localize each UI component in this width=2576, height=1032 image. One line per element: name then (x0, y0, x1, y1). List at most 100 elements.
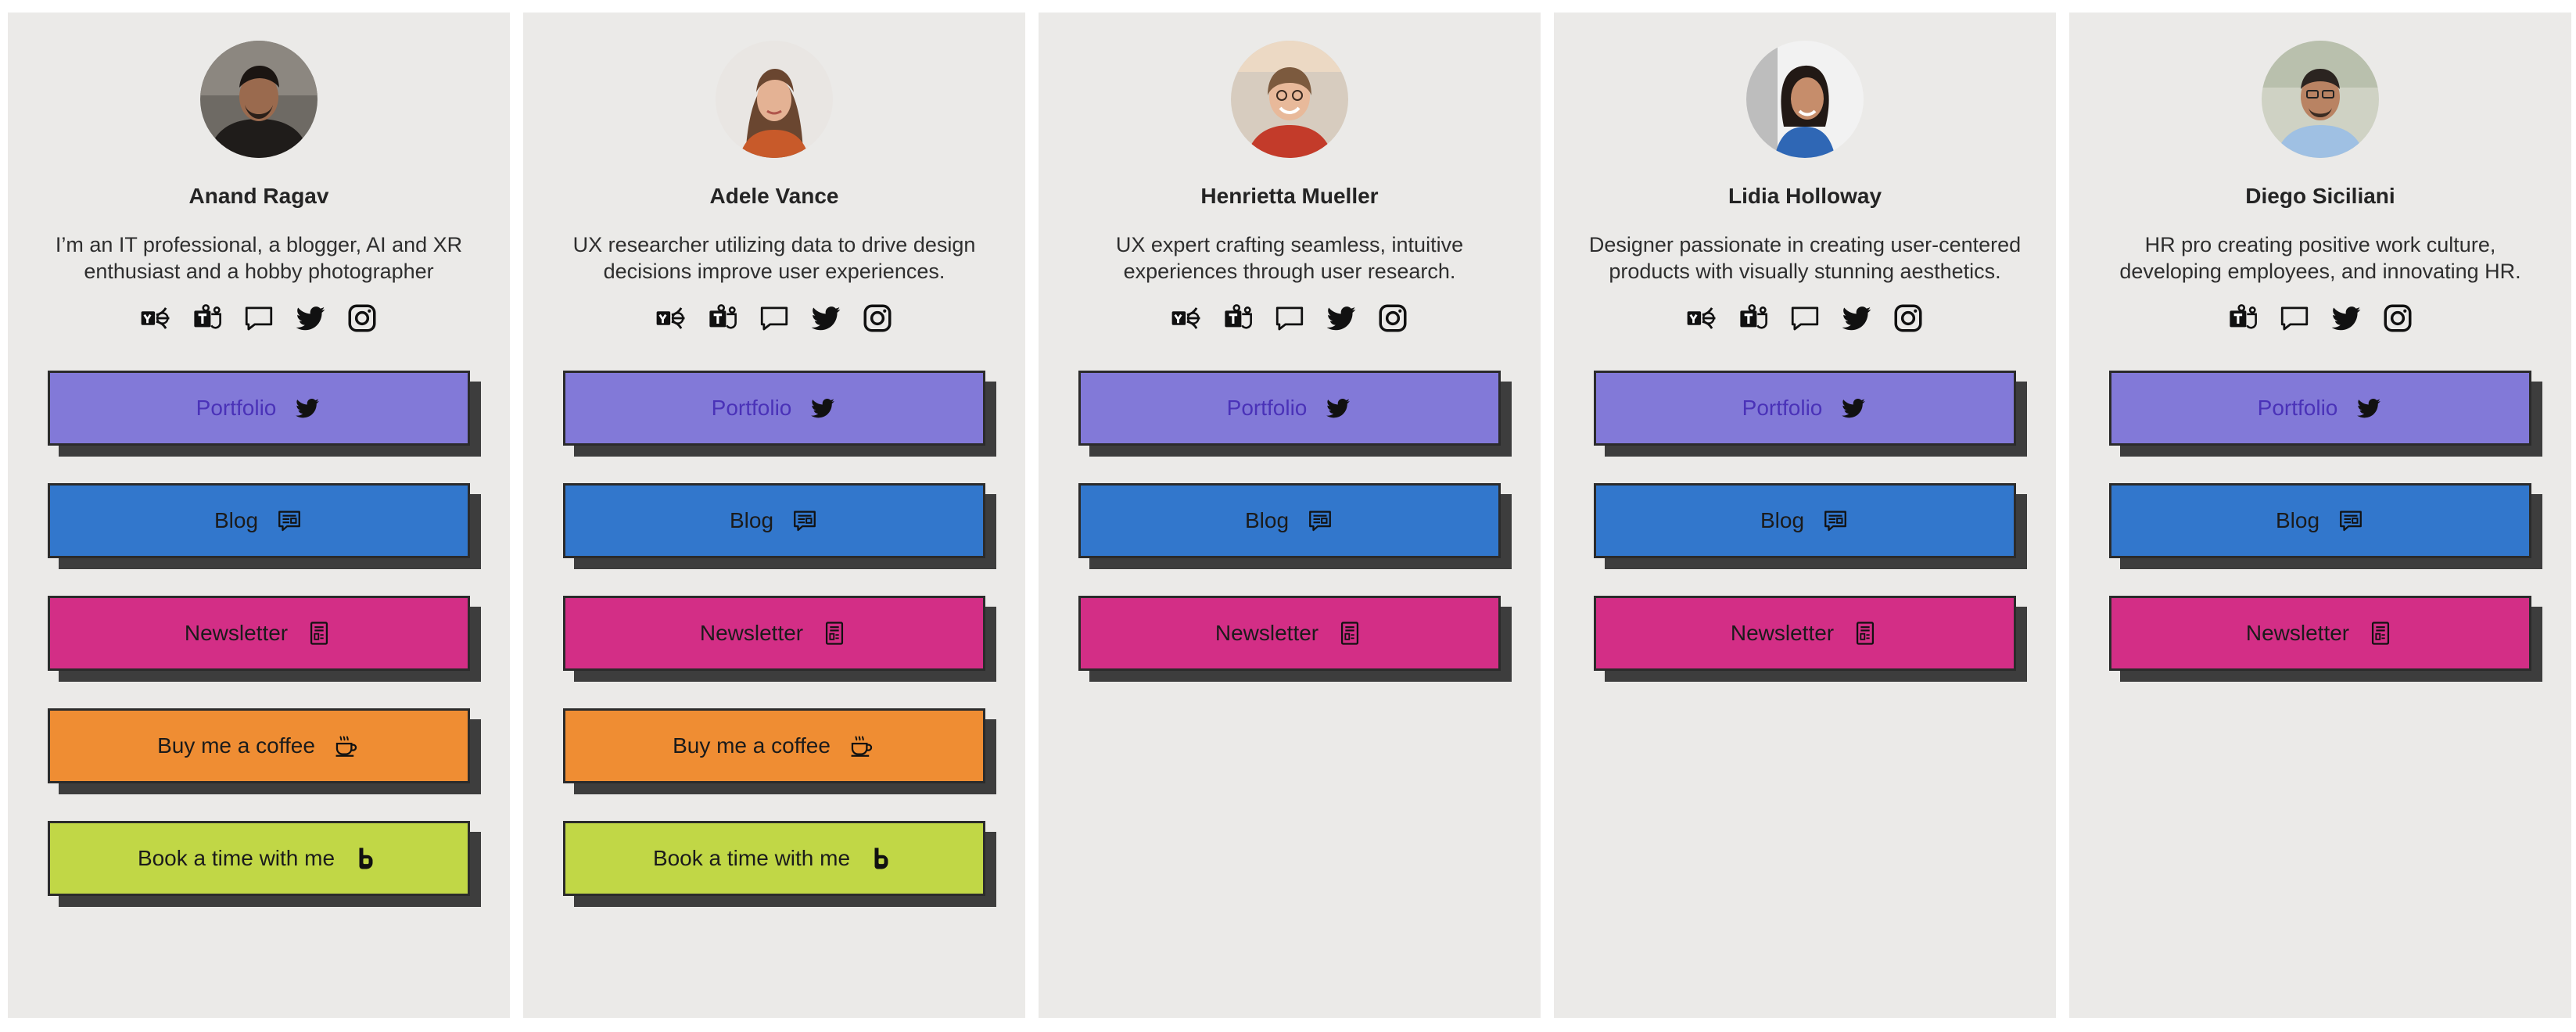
portfolio-button-label: Portfolio (711, 396, 792, 420)
blog-button[interactable]: Blog (1078, 483, 1501, 558)
chat-icon[interactable] (1787, 300, 1823, 336)
blog-button-label: Blog (1244, 508, 1290, 532)
portfolio-button[interactable]: Portfolio (48, 371, 470, 446)
twitter-icon[interactable] (808, 300, 844, 336)
newsletter-button-label: Newsletter (699, 621, 804, 645)
twitter-icon (1324, 394, 1352, 422)
profile-card-henrietta-mueller: Henrietta Mueller UX expert crafting seam… (1039, 13, 1541, 1018)
avatar (2262, 41, 2379, 158)
profile-cards: Anand Ragav I’m an IT professional, a blo… (8, 13, 2571, 1018)
twitter-icon[interactable] (2328, 300, 2364, 336)
blog-button-label: Blog (2275, 508, 2320, 532)
profile-bio: Designer passionate in creating user-cen… (1588, 233, 2022, 283)
coffee-button[interactable]: Buy me a coffee (563, 708, 985, 783)
link-buttons: Portfolio Blog Newsletter (2109, 371, 2531, 671)
blog-button[interactable]: Blog (1594, 483, 2016, 558)
blog-icon (1821, 507, 1849, 535)
profile-bio: HR pro creating positive work culture, d… (2119, 233, 2521, 283)
yammer-icon[interactable] (653, 300, 689, 336)
instagram-icon[interactable] (1375, 300, 1411, 336)
booking-button[interactable]: Book a time with me (48, 821, 470, 896)
newsletter-icon (2366, 619, 2395, 647)
profile-card-adele-vance: Adele Vance UX researcher utilizing data … (523, 13, 1025, 1018)
teams-icon[interactable] (2225, 300, 2261, 336)
profile-card-diego-siciliani: Diego Siciliani HR pro creating positive … (2069, 13, 2571, 1018)
profile-bio: UX expert crafting seamless, intuitive e… (1115, 233, 1464, 283)
teams-icon[interactable] (1735, 300, 1771, 336)
avatar (1746, 41, 1864, 158)
blog-icon (275, 507, 303, 535)
newsletter-button[interactable]: Newsletter (563, 596, 985, 671)
twitter-icon (1839, 394, 1867, 422)
profile-card-anand-ragav: Anand Ragav I’m an IT professional, a blo… (8, 13, 510, 1018)
portfolio-button-label: Portfolio (196, 396, 277, 420)
instagram-icon[interactable] (2380, 300, 2416, 336)
twitter-icon[interactable] (1839, 300, 1875, 336)
yammer-icon[interactable] (138, 300, 174, 336)
profile-name: Lidia Holloway (1727, 184, 1882, 208)
twitter-icon (293, 394, 321, 422)
newsletter-icon (1851, 619, 1879, 647)
instagram-icon[interactable] (1890, 300, 1926, 336)
blog-icon (791, 507, 819, 535)
newsletter-icon (820, 619, 849, 647)
chat-icon[interactable] (756, 300, 792, 336)
booking-button-label: Book a time with me (137, 846, 335, 870)
portfolio-button-label: Portfolio (1742, 396, 1823, 420)
instagram-icon[interactable] (344, 300, 380, 336)
profile-bio: UX researcher utilizing data to drive de… (572, 233, 976, 283)
twitter-icon[interactable] (292, 300, 328, 336)
social-links (138, 299, 380, 338)
blog-button[interactable]: Blog (2109, 483, 2531, 558)
profile-name: Anand Ragav (188, 184, 329, 208)
blog-button-label: Blog (1760, 508, 1805, 532)
portfolio-button[interactable]: Portfolio (2109, 371, 2531, 446)
coffee-button[interactable]: Buy me a coffee (48, 708, 470, 783)
booking-button[interactable]: Book a time with me (563, 821, 985, 896)
bookings-icon (867, 844, 895, 873)
blog-icon (1306, 507, 1334, 535)
bookings-icon (352, 844, 380, 873)
newsletter-button[interactable]: Newsletter (1078, 596, 1501, 671)
teams-icon[interactable] (189, 300, 225, 336)
avatar (200, 41, 318, 158)
social-links (1684, 299, 1926, 338)
profile-card-lidia-holloway: Lidia Holloway Designer passionate in cre… (1554, 13, 2056, 1018)
twitter-icon (809, 394, 837, 422)
newsletter-button-label: Newsletter (2245, 621, 2350, 645)
newsletter-button[interactable]: Newsletter (48, 596, 470, 671)
chat-icon[interactable] (241, 300, 277, 336)
newsletter-icon (1336, 619, 1364, 647)
newsletter-button-label: Newsletter (1214, 621, 1319, 645)
blog-button-label: Blog (213, 508, 259, 532)
blog-button[interactable]: Blog (48, 483, 470, 558)
coffee-icon (848, 732, 876, 760)
portfolio-button-label: Portfolio (1226, 396, 1308, 420)
twitter-icon[interactable] (1323, 300, 1359, 336)
blog-button[interactable]: Blog (563, 483, 985, 558)
portfolio-button[interactable]: Portfolio (1078, 371, 1501, 446)
newsletter-button-label: Newsletter (1730, 621, 1835, 645)
profile-name: Adele Vance (709, 184, 839, 208)
link-buttons: Portfolio Blog Newsletter Buy me a coffee Bo… (48, 371, 470, 896)
chat-icon[interactable] (2276, 300, 2312, 336)
chat-icon[interactable] (1272, 300, 1308, 336)
coffee-icon (332, 732, 361, 760)
profile-bio: I’m an IT professional, a blogger, AI an… (55, 233, 463, 283)
avatar (1231, 41, 1348, 158)
social-links (2225, 299, 2416, 338)
portfolio-button[interactable]: Portfolio (1594, 371, 2016, 446)
instagram-icon[interactable] (859, 300, 895, 336)
profile-name: Henrietta Mueller (1200, 184, 1379, 208)
link-buttons: Portfolio Blog Newsletter Buy me a coffee Bo… (563, 371, 985, 896)
teams-icon[interactable] (705, 300, 741, 336)
newsletter-button[interactable]: Newsletter (2109, 596, 2531, 671)
social-links (653, 299, 895, 338)
portfolio-button[interactable]: Portfolio (563, 371, 985, 446)
newsletter-button[interactable]: Newsletter (1594, 596, 2016, 671)
yammer-icon[interactable] (1684, 300, 1720, 336)
booking-button-label: Book a time with me (652, 846, 851, 870)
teams-icon[interactable] (1220, 300, 1256, 336)
yammer-icon[interactable] (1168, 300, 1204, 336)
link-buttons: Portfolio Blog Newsletter (1078, 371, 1501, 671)
